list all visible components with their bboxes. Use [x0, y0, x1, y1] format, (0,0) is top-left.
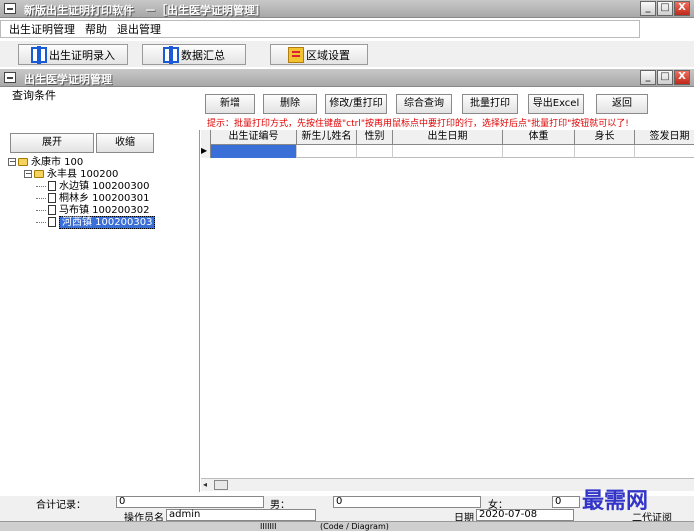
- col-weight[interactable]: 体重: [503, 130, 575, 145]
- comprehensive-query-button[interactable]: 综合查询: [396, 94, 452, 114]
- folder-open-icon: [18, 158, 28, 166]
- sub-restore-button[interactable]: □: [657, 70, 673, 85]
- query-conditions-label: 查询条件: [12, 89, 56, 102]
- col-height[interactable]: 身长: [575, 130, 635, 145]
- taskbar-strip: IIIIIII (Code / Diagram): [0, 521, 694, 531]
- tree-connector: [36, 209, 46, 211]
- delete-button[interactable]: 删除: [263, 94, 317, 114]
- table-cell[interactable]: [575, 145, 635, 158]
- col-cert-number[interactable]: 出生证编号: [211, 130, 297, 145]
- tree-node-label: 马布镇 100200302: [59, 204, 150, 216]
- taskbar-item[interactable]: (Code / Diagram): [320, 522, 389, 531]
- subwindow-title: 出生医学证明管理: [24, 73, 112, 86]
- table-cell[interactable]: [357, 145, 393, 158]
- table-cell[interactable]: [211, 145, 297, 158]
- col-birth-date[interactable]: 出生日期: [393, 130, 503, 145]
- menu-birth-cert[interactable]: 出生证明管理: [9, 21, 75, 37]
- document-icon: [48, 181, 56, 191]
- batch-print-button[interactable]: 批量打印: [462, 94, 518, 114]
- table-cell[interactable]: [297, 145, 357, 158]
- records-grid[interactable]: 出生证编号 新生儿姓名 性别 出生日期 体重 身长 签发日期 ▶ ◂: [201, 130, 694, 492]
- export-excel-button[interactable]: 导出Excel: [528, 94, 584, 114]
- row-pointer-icon: ▶: [201, 145, 211, 158]
- collapse-toggle-icon[interactable]: −: [8, 158, 16, 166]
- table-row[interactable]: ▶: [201, 145, 694, 158]
- tree-connector: [36, 221, 46, 223]
- restore-button[interactable]: □: [657, 1, 673, 16]
- grid-header: 出生证编号 新生儿姓名 性别 出生日期 体重 身长 签发日期: [201, 130, 694, 145]
- tree-node[interactable]: 马布镇 100200302: [8, 204, 155, 216]
- edit-reprint-button[interactable]: 修改/重打印: [325, 94, 387, 114]
- tree-node-selected[interactable]: 河西镇 100200303: [8, 215, 156, 229]
- col-baby-name[interactable]: 新生儿姓名: [297, 130, 357, 145]
- operator-value: admin: [166, 509, 316, 521]
- male-value: 0: [333, 496, 481, 508]
- menu-bar: 出生证明管理 帮助 退出管理: [0, 20, 640, 38]
- subwindow-title-bar: 出生医学证明管理 _ □ X: [0, 69, 694, 87]
- region-settings-label: 区域设置: [306, 48, 350, 62]
- return-button[interactable]: 返回: [596, 94, 648, 114]
- col-gender[interactable]: 性别: [357, 130, 393, 145]
- document-icon: [48, 193, 56, 203]
- system-menu-icon[interactable]: [4, 72, 16, 83]
- table-cell[interactable]: [393, 145, 503, 158]
- grid-corner: [201, 130, 211, 145]
- close-button[interactable]: X: [674, 1, 690, 16]
- female-value: 0: [552, 496, 580, 508]
- collapse-button[interactable]: 收缩: [96, 133, 154, 153]
- tree-node-label: 永康市 100: [31, 156, 84, 168]
- collapse-toggle-icon[interactable]: −: [24, 170, 32, 178]
- region-tree: − 永康市 100 − 永丰县 100200 水边镇 100200300 桐林乡…: [8, 156, 156, 229]
- system-menu-icon[interactable]: [4, 3, 16, 14]
- tree-node[interactable]: 桐林乡 100200301: [8, 192, 155, 204]
- folder-open-icon: [34, 170, 44, 178]
- menu-exit[interactable]: 退出管理: [117, 21, 161, 37]
- region-settings-button[interactable]: 区域设置: [270, 44, 368, 65]
- sub-minimize-button[interactable]: _: [640, 70, 656, 85]
- scroll-left-icon[interactable]: ◂: [203, 480, 207, 489]
- tree-connector: [36, 185, 46, 187]
- tree-node[interactable]: − 永康市 100: [8, 156, 155, 168]
- entry-button[interactable]: 出生证明录入: [18, 44, 128, 65]
- tree-node[interactable]: 水边镇 100200300: [8, 180, 155, 192]
- entry-button-label: 出生证明录入: [49, 48, 115, 62]
- tree-node-label: 桐林乡 100200301: [59, 192, 150, 204]
- site-watermark: 最需网: [582, 488, 649, 514]
- scroll-thumb[interactable]: [214, 480, 228, 490]
- tree-node-label: 水边镇 100200300: [59, 180, 150, 192]
- expand-button[interactable]: 展开: [10, 133, 94, 153]
- menu-help[interactable]: 帮助: [85, 21, 107, 37]
- grid-icon: [31, 45, 47, 64]
- col-issue-date[interactable]: 签发日期: [635, 130, 694, 145]
- batch-print-hint: 提示：批量打印方式，先按住键盘"ctrl"按再用鼠标点中要打印的行，选择好后点"…: [207, 119, 629, 129]
- table-cell[interactable]: [635, 145, 694, 158]
- add-button[interactable]: 新增: [205, 94, 255, 114]
- notepad-icon: [288, 46, 304, 63]
- tree-node-label: 永丰县 100200: [47, 168, 119, 180]
- tree-node[interactable]: − 永丰县 100200: [8, 168, 155, 180]
- taskbar-item[interactable]: IIIIIII: [260, 522, 277, 531]
- document-icon: [48, 205, 56, 215]
- app-title: 新版出生证明打印软件 －［出生医学证明管理］: [24, 4, 266, 17]
- sub-close-button[interactable]: X: [674, 70, 690, 85]
- summary-button[interactable]: 数据汇总: [142, 44, 246, 65]
- date-value: 2020-07-08: [476, 509, 574, 521]
- region-tree-panel: 展开 收缩 − 永康市 100 − 永丰县 100200 水边镇 1002003…: [0, 130, 200, 492]
- total-value: 0: [116, 496, 264, 508]
- table-cell[interactable]: [503, 145, 575, 158]
- summary-button-label: 数据汇总: [181, 48, 225, 62]
- tree-node-label: 河西镇 100200303: [59, 215, 156, 229]
- document-icon: [48, 217, 56, 227]
- app-title-bar: 新版出生证明打印软件 －［出生医学证明管理］ _ □ X: [0, 0, 694, 18]
- minimize-button[interactable]: _: [640, 1, 656, 16]
- grid-icon: [163, 45, 179, 64]
- toolbar: 出生证明录入 数据汇总 区域设置: [0, 41, 694, 67]
- tree-connector: [36, 197, 46, 199]
